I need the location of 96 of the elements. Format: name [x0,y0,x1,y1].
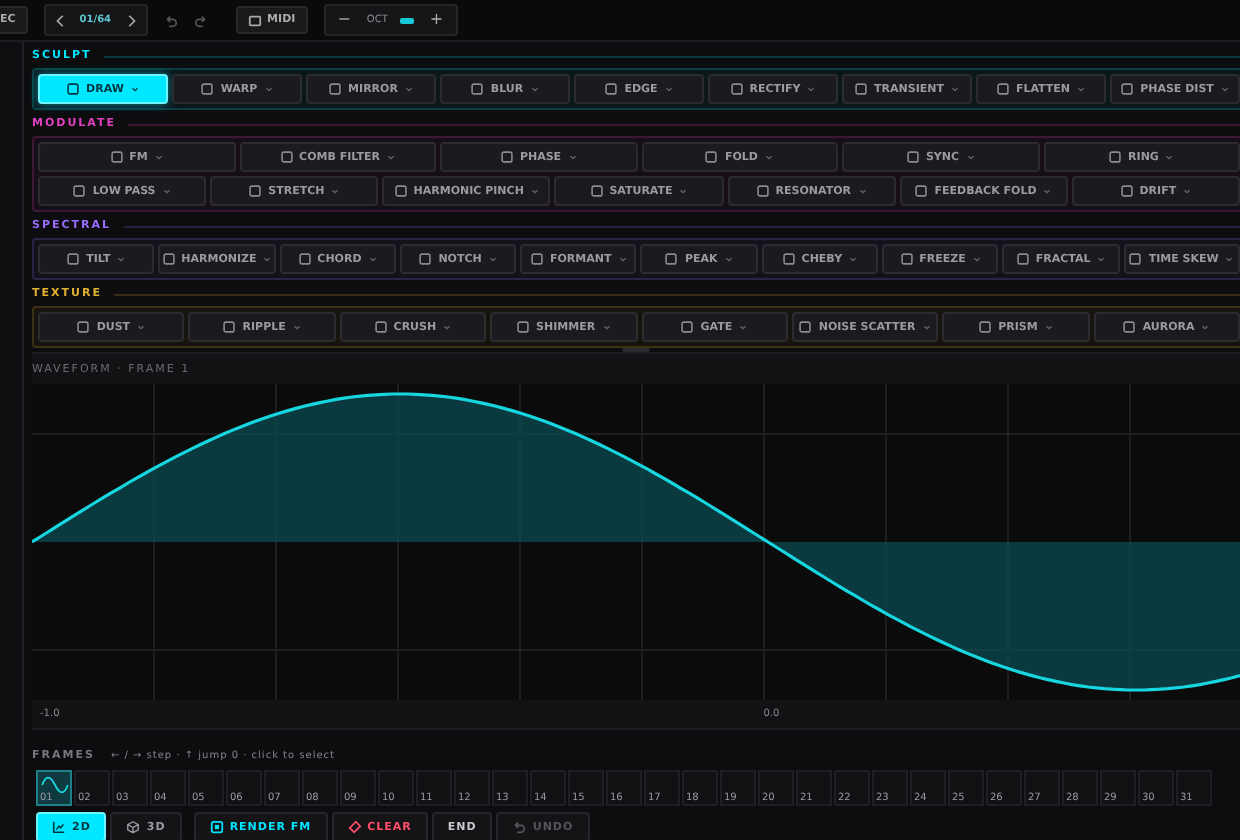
square-icon [854,82,869,96]
square-icon [664,252,679,266]
undo-icon[interactable] [163,13,178,27]
caret-icon [330,186,341,196]
caret-icon [738,322,749,332]
square-icon [589,184,604,198]
square-icon [161,252,176,266]
square-icon [209,820,224,834]
caret-icon [1224,254,1235,264]
caret-icon [1219,84,1230,94]
square-icon [680,320,695,334]
caret-icon [161,186,172,196]
square-icon [499,150,514,164]
octave-up-button[interactable]: + [425,12,448,28]
caret-icon [385,152,396,162]
caret-icon [262,254,273,264]
caret-icon [663,84,674,94]
square-icon [109,150,124,164]
keyboard-icon [247,13,262,27]
sine-icon [40,774,70,796]
caret-icon [764,152,774,162]
eraser-icon [347,820,362,834]
caret-icon [1200,322,1211,332]
square-icon [393,184,408,198]
square-icon [76,320,91,334]
caret-icon [487,254,498,264]
square-icon [200,82,215,96]
undo-icon [512,820,527,834]
square-icon [66,82,81,96]
caret-icon [403,84,414,94]
caret-icon [1182,186,1193,196]
caret-icon [153,152,164,162]
cube-icon [126,820,141,834]
caret-icon [136,322,147,332]
square-icon [373,320,388,334]
square-icon [279,150,294,164]
caret-icon [291,322,302,332]
square-icon [995,82,1010,96]
redo-icon[interactable] [193,13,208,27]
octave-down-button[interactable]: − [333,12,355,28]
caret-icon [367,254,378,264]
square-icon [781,252,796,266]
square-icon [914,184,929,198]
square-icon [899,252,914,266]
caret-icon [129,84,140,94]
caret-icon [1043,322,1054,332]
square-icon [1119,184,1134,198]
caret-icon [806,84,817,94]
square-icon [798,320,813,334]
square-icon [604,82,619,96]
square-icon [529,252,544,266]
chevron-right-icon[interactable] [123,13,138,27]
caret-icon [678,186,689,196]
square-icon [248,184,263,198]
caret-icon [1096,254,1107,264]
resize-handle[interactable] [622,348,650,352]
square-icon [66,252,81,266]
caret-icon [921,322,932,332]
caret-icon [116,254,127,264]
square-icon [1108,150,1123,164]
waveform-drawing[interactable] [32,392,1240,692]
square-icon [470,82,485,96]
square-icon [418,252,433,266]
square-icon [222,320,237,334]
caret-icon [971,254,982,264]
square-icon [704,150,719,164]
caret-icon [263,84,274,94]
square-icon [729,82,744,96]
caret-icon [848,254,859,264]
caret-icon [529,186,540,196]
caret-icon [1042,186,1053,196]
caret-icon [601,322,612,332]
square-icon [978,320,993,334]
square-icon [1128,252,1143,266]
chevron-left-icon[interactable] [53,13,68,27]
square-icon [297,252,312,266]
square-icon [328,82,343,96]
caret-icon [949,84,960,94]
square-icon [516,320,531,334]
caret-icon [965,152,976,162]
square-icon [72,184,87,198]
caret-icon [723,254,734,264]
caret-icon [442,322,453,332]
caret-icon [1076,84,1087,94]
square-icon [905,150,920,164]
caret-icon [567,152,578,162]
square-icon [1015,252,1030,266]
square-icon [1122,320,1137,334]
square-icon [1120,82,1135,96]
caret-icon [1164,152,1175,162]
caret-icon [529,84,540,94]
caret-icon [857,186,867,196]
chart-icon [52,820,66,834]
caret-icon [617,254,628,264]
octave-indicator [399,17,414,23]
square-icon [755,184,770,198]
